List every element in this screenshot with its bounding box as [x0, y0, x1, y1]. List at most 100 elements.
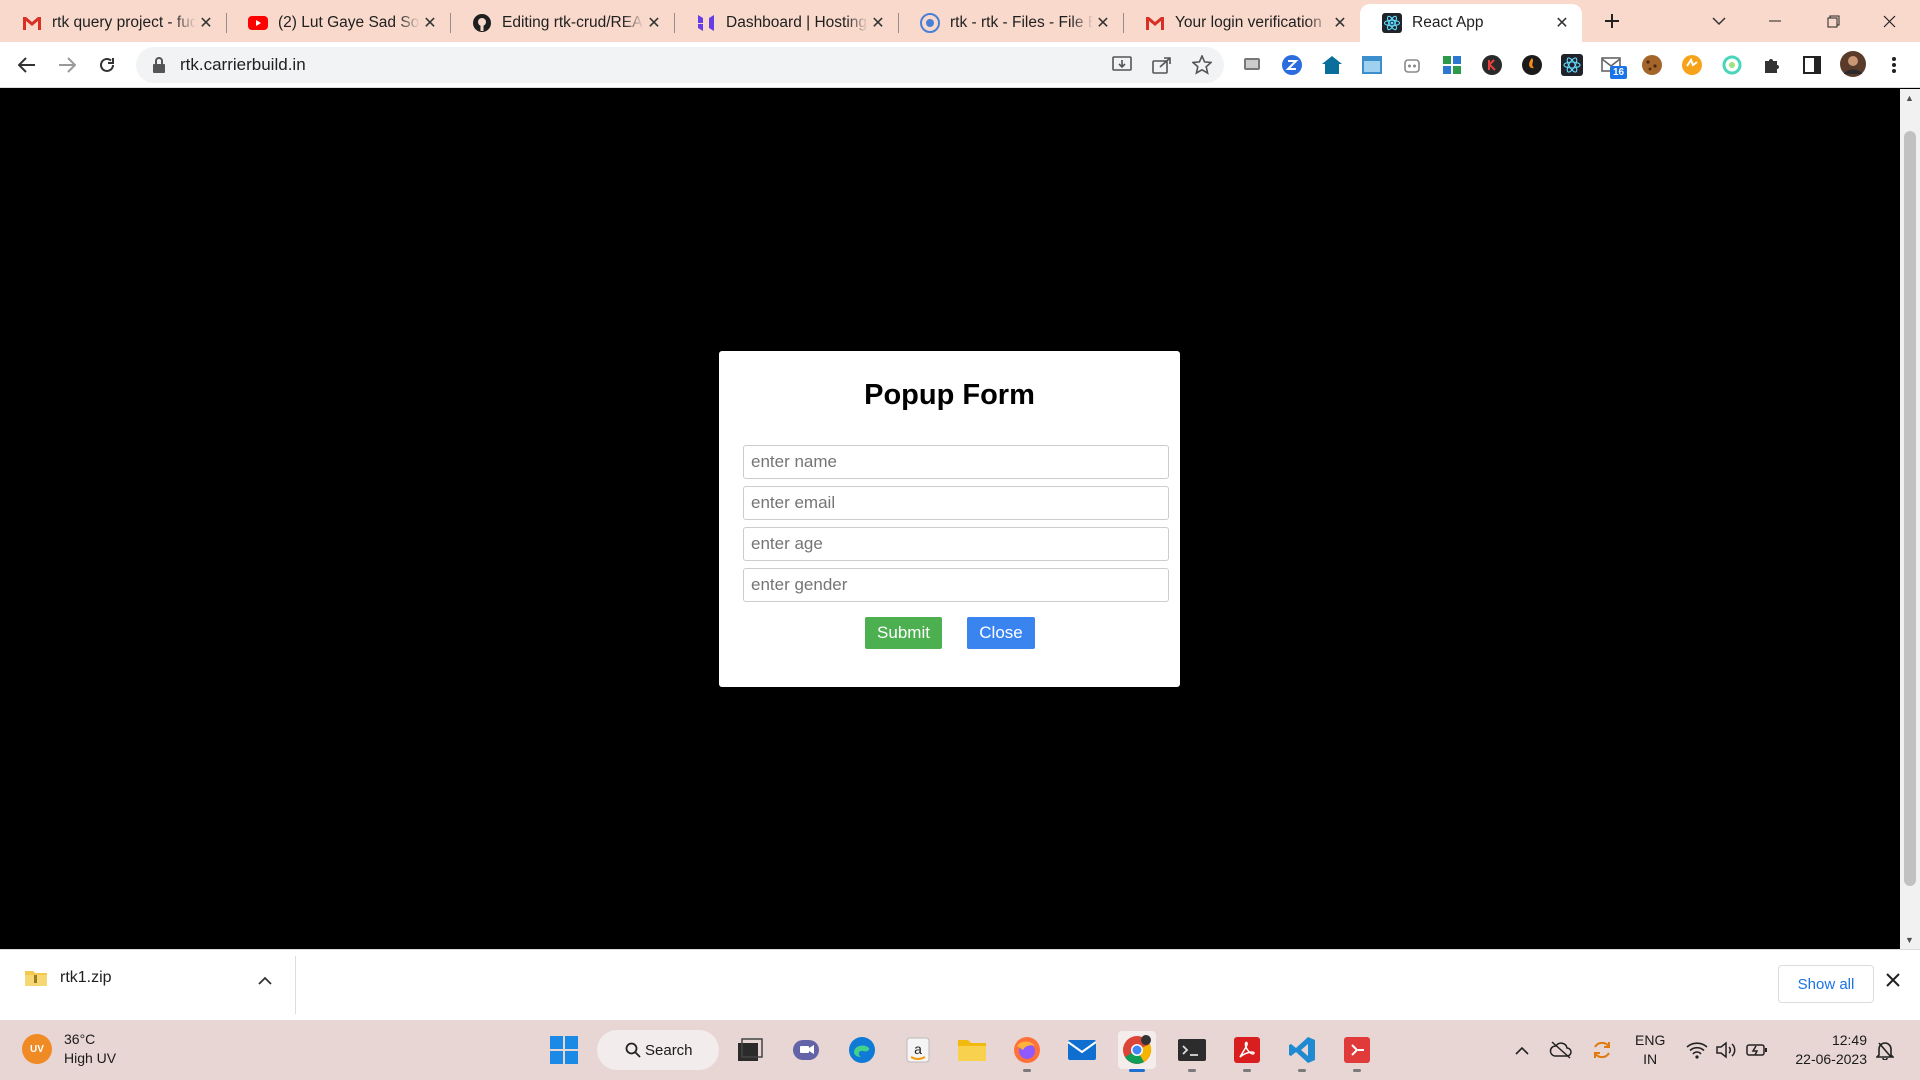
notification-bell-icon[interactable]	[1873, 1038, 1897, 1062]
language-indicator[interactable]: ENG IN	[1635, 1031, 1665, 1069]
download-item[interactable]: rtk1.zip	[24, 968, 112, 988]
wifi-icon[interactable]	[1685, 1038, 1709, 1062]
tab-gmail-login[interactable]: Your login verification ✕	[1123, 4, 1360, 42]
search-label: Search	[645, 1041, 693, 1059]
task-view-button[interactable]	[731, 1031, 769, 1069]
install-app-icon[interactable]	[1110, 53, 1134, 77]
file-explorer-app[interactable]	[953, 1031, 991, 1069]
cookie-extension-icon[interactable]	[1640, 53, 1664, 77]
puzzle-extensions-icon[interactable]	[1760, 53, 1784, 77]
windows-taskbar: UV 36°C High UV Search a ENG IN 12:49 22…	[0, 1020, 1920, 1080]
tab-filebrowser[interactable]: rtk - rtk - Files - File B ✕	[898, 4, 1123, 42]
tab-gmail-rtk[interactable]: rtk query project - fuq ✕	[0, 4, 226, 42]
close-shelf-icon[interactable]	[1886, 970, 1900, 993]
tab-hostinger[interactable]: Dashboard | Hostinger ✕	[674, 4, 898, 42]
shelf-divider	[295, 956, 296, 1014]
minimize-button[interactable]	[1762, 6, 1788, 36]
reload-button[interactable]	[92, 50, 122, 80]
chrome-app[interactable]	[1118, 1031, 1156, 1072]
taskbar-search[interactable]: Search	[597, 1030, 719, 1070]
tab-youtube[interactable]: (2) Lut Gaye Sad Song ✕	[226, 4, 450, 42]
share-icon[interactable]	[1150, 53, 1174, 77]
close-icon[interactable]: ✕	[1330, 13, 1350, 33]
amazon-app[interactable]: a	[899, 1031, 937, 1069]
age-input[interactable]	[743, 527, 1169, 561]
clock-time: 12:49	[1831, 1032, 1867, 1048]
close-icon[interactable]: ✕	[644, 13, 664, 33]
close-icon[interactable]: ✕	[868, 13, 888, 33]
scroll-up-icon[interactable]: ▲	[1905, 93, 1914, 103]
page-scrollbar[interactable]: ▲ ▼	[1900, 89, 1920, 949]
tab-github[interactable]: Editing rtk-crud/README ✕	[450, 4, 674, 42]
edge-icon	[849, 1037, 875, 1063]
terminal-icon	[1178, 1039, 1206, 1061]
close-icon[interactable]: ✕	[1552, 13, 1572, 33]
window-close-button[interactable]	[1876, 6, 1902, 36]
onedrive-offline-icon[interactable]	[1549, 1038, 1573, 1062]
close-button[interactable]: Close	[967, 617, 1035, 649]
url-text[interactable]: rtk.carrierbuild.in	[180, 55, 306, 75]
side-panel-icon[interactable]	[1800, 53, 1824, 77]
firefox-app[interactable]	[1008, 1031, 1046, 1072]
restore-button[interactable]	[1820, 6, 1846, 36]
window-extension-icon[interactable]	[1360, 53, 1384, 77]
chevron-up-icon[interactable]	[258, 972, 272, 988]
battery-icon[interactable]	[1745, 1038, 1769, 1062]
show-hidden-icons-chevron-icon[interactable]	[1510, 1038, 1534, 1062]
system-clock[interactable]: 12:49 22-06-2023	[1785, 1031, 1867, 1069]
k-extension-icon[interactable]	[1480, 53, 1504, 77]
show-all-button[interactable]: Show all	[1778, 965, 1874, 1003]
menu-kebab-icon[interactable]	[1882, 53, 1906, 77]
gmail-icon	[22, 13, 42, 33]
uv-badge-icon: UV	[22, 1034, 52, 1064]
sync-update-icon[interactable]	[1590, 1038, 1614, 1062]
mail-extension-icon[interactable]: 16	[1600, 53, 1628, 79]
vscode-icon	[1289, 1037, 1315, 1063]
forward-button[interactable]	[52, 50, 82, 80]
pdf-icon	[1234, 1037, 1260, 1063]
gender-input[interactable]	[743, 568, 1169, 602]
edge-app[interactable]	[843, 1031, 881, 1069]
orange-extension-icon[interactable]	[1680, 53, 1704, 77]
tab-react-app[interactable]: React App ✕	[1360, 4, 1582, 42]
react-devtools-icon[interactable]	[1560, 53, 1584, 77]
close-icon[interactable]: ✕	[1093, 13, 1113, 33]
chrome-icon	[1123, 1035, 1152, 1064]
submit-button[interactable]: Submit	[865, 617, 942, 649]
cast-extension-icon[interactable]	[1240, 53, 1264, 77]
scrollbar-thumb[interactable]	[1904, 131, 1916, 886]
scroll-down-icon[interactable]: ▼	[1905, 935, 1914, 945]
bookmark-star-icon[interactable]	[1190, 53, 1214, 77]
volume-icon[interactable]	[1714, 1038, 1738, 1062]
weather-widget[interactable]: UV 36°C High UV	[22, 1030, 116, 1068]
git-app[interactable]	[1338, 1031, 1376, 1072]
plus-icon	[1605, 14, 1619, 28]
z-extension-icon[interactable]	[1280, 53, 1304, 77]
tab-search-button[interactable]	[1706, 6, 1732, 36]
email-input[interactable]	[743, 486, 1169, 520]
name-input[interactable]	[743, 445, 1169, 479]
mail-badge: 16	[1610, 66, 1628, 79]
acrobat-app[interactable]	[1228, 1031, 1266, 1072]
clock-date: 22-06-2023	[1795, 1051, 1867, 1067]
zip-file-icon	[25, 971, 47, 986]
new-tab-button[interactable]	[1598, 6, 1626, 36]
vscode-app[interactable]	[1283, 1031, 1321, 1072]
close-icon	[1883, 15, 1895, 27]
teams-chat-app[interactable]	[787, 1031, 825, 1069]
address-bar[interactable]: rtk.carrierbuild.in	[136, 47, 1224, 83]
home-extension-icon[interactable]	[1320, 53, 1344, 77]
profile-avatar[interactable]	[1838, 49, 1868, 79]
page-viewport: Popup Form Submit Close	[0, 89, 1900, 949]
mail-app[interactable]	[1063, 1031, 1101, 1069]
close-icon[interactable]: ✕	[196, 13, 216, 33]
close-icon[interactable]: ✕	[420, 13, 440, 33]
grid-extension-icon[interactable]	[1440, 53, 1464, 77]
flame-extension-icon[interactable]	[1520, 53, 1544, 77]
youtube-icon	[248, 13, 268, 33]
start-button[interactable]	[545, 1031, 583, 1069]
robot-extension-icon[interactable]	[1400, 53, 1424, 77]
terminal-app[interactable]	[1173, 1031, 1211, 1072]
ring-extension-icon[interactable]	[1720, 53, 1744, 77]
back-button[interactable]	[12, 50, 42, 80]
